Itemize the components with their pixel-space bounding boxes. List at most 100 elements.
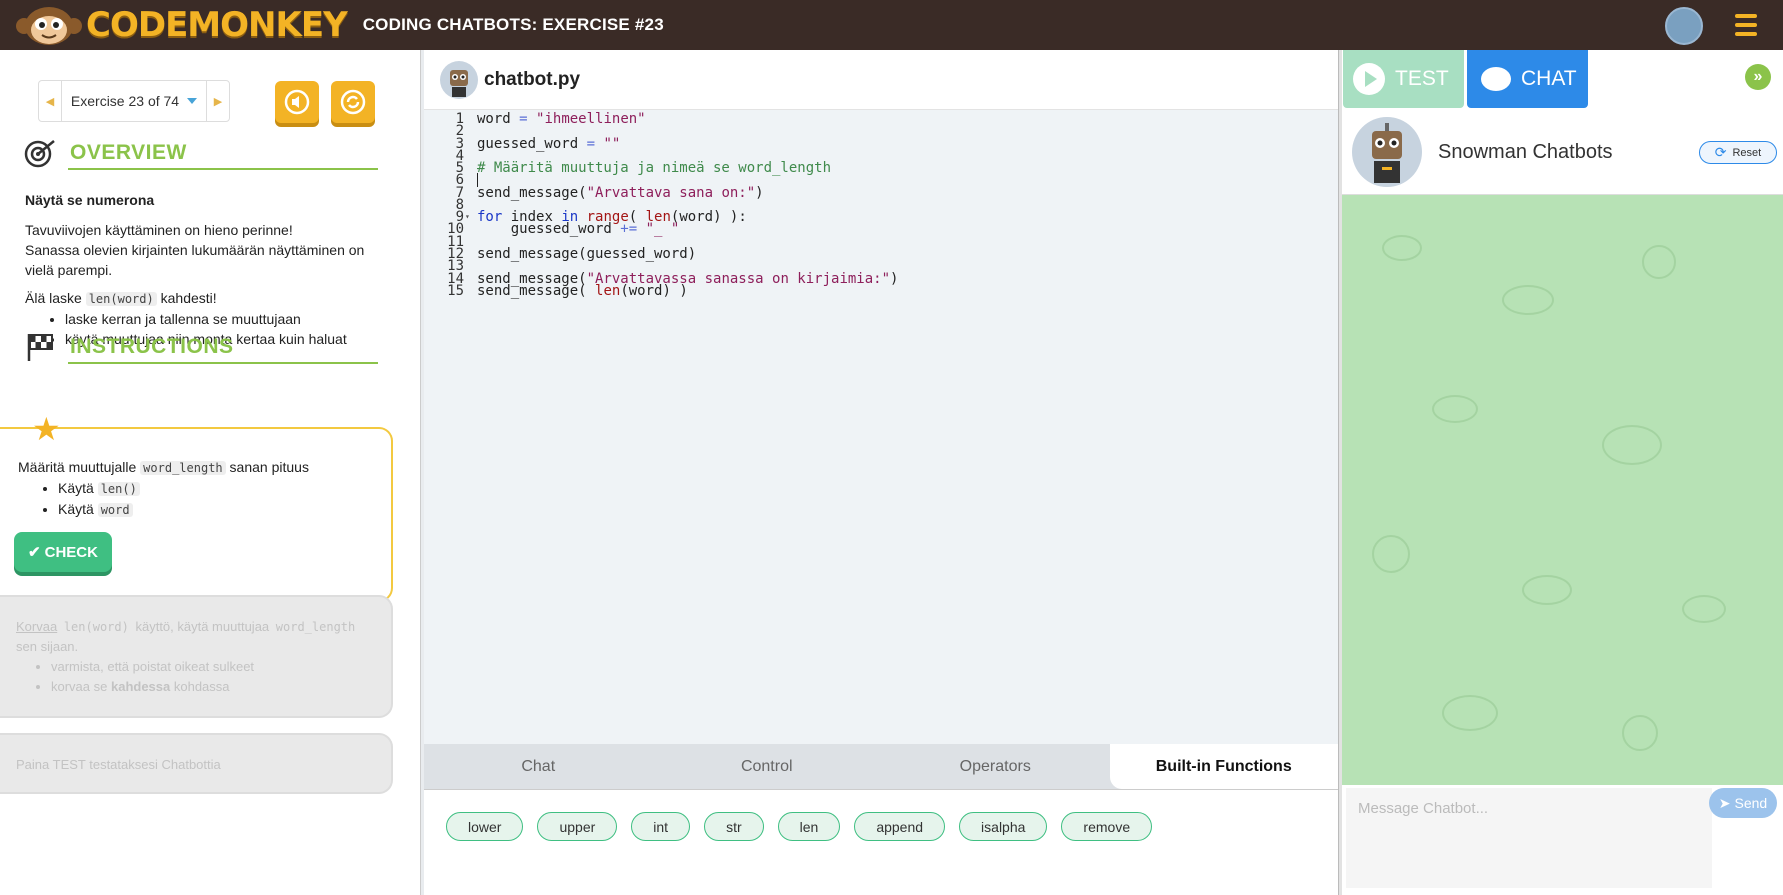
current-task-card: ★ Määritä muuttujalle word_length sanan … (0, 413, 393, 602)
chip-str[interactable]: str (704, 812, 764, 841)
chip-upper[interactable]: upper (537, 812, 618, 841)
chip-append[interactable]: append (854, 812, 946, 841)
star-icon: ★ (32, 411, 61, 447)
overview-line-2: Sanassa olevien kirjainten lukumäärän nä… (25, 242, 365, 278)
chatbot-name: Snowman Chatbots (1438, 140, 1613, 163)
fold-icon[interactable]: ▾ (465, 210, 470, 224)
exercise-selector[interactable]: Exercise 23 of 74 (61, 81, 207, 121)
code-text: send_message( len(word) ) (477, 283, 688, 299)
message-input[interactable]: Message Chatbot... (1346, 788, 1712, 888)
chip-int[interactable]: int (631, 812, 691, 841)
instructions-header: INSTRUCTIONS (24, 332, 378, 364)
overview-text: Näytä se numerona Tavuviivojen käyttämin… (25, 190, 385, 349)
next-task-line: Korvaa len(word) käyttö, käytä muuttujaa… (16, 617, 375, 657)
background-doodle (1642, 245, 1676, 279)
next-task-code2: word_length (275, 620, 356, 634)
logo-text: CODEMONKEY (86, 5, 348, 45)
background-doodle (1502, 285, 1554, 315)
next-task-mid: käyttö, käytä muuttujaa (131, 619, 273, 634)
code-editor-panel: chatbot.py 1 word = "ihmeellinen" 2 3 gues… (424, 50, 1338, 895)
prev-exercise-icon[interactable]: ◀ (39, 95, 61, 108)
block-category-tabs: Chat Control Operators Built-in Function… (424, 744, 1338, 790)
task-b2-pre: Käytä (58, 501, 98, 517)
tab-operators[interactable]: Operators (881, 744, 1110, 789)
checkered-flag-icon (27, 334, 53, 361)
background-doodle (1682, 595, 1726, 623)
overview-paragraph: Tavuviivojen käyttäminen on hieno perinn… (25, 220, 385, 280)
list-item: laske kerran ja tallenna se muuttujaan (65, 309, 385, 329)
next-exercise-icon[interactable]: ▶ (207, 95, 229, 108)
tab-built-in-functions[interactable]: Built-in Functions (1109, 744, 1338, 789)
tab-control[interactable]: Control (653, 744, 882, 789)
test-hint-card: Paina TEST testataksesi Chatbottia (0, 733, 393, 794)
chip-lower[interactable]: lower (446, 812, 524, 841)
send-button[interactable]: ➤ Send (1709, 788, 1777, 818)
hint-post: kahdesti! (156, 290, 217, 306)
codemonkey-logo[interactable]: CODEMONKEY (14, 4, 348, 46)
robot-avatar-icon (440, 60, 478, 99)
list-item: Käytä word (58, 499, 309, 520)
tab-chat[interactable]: Chat (424, 744, 653, 789)
background-doodle (1382, 235, 1422, 261)
code-text: guessed_word = "" (477, 136, 621, 152)
speaker-icon (284, 89, 310, 115)
reset-button[interactable]: ⟳ Reset (1699, 141, 1777, 164)
code-area[interactable]: 1 word = "ihmeellinen" 2 3 guessed_word = … (424, 110, 1338, 744)
chatbot-header: Snowman Chatbots ⟳ Reset (1342, 110, 1783, 195)
monkey-logo-icon (16, 7, 82, 45)
background-doodle (1432, 395, 1478, 423)
send-label: Send (1734, 795, 1768, 811)
message-placeholder: Message Chatbot... (1358, 800, 1489, 817)
task-line: Määritä muuttujalle word_length sanan pi… (18, 457, 309, 478)
chip-remove[interactable]: remove (1061, 812, 1153, 841)
chat-messages-area[interactable] (1342, 195, 1783, 785)
hint-pre: Älä laske (25, 290, 86, 306)
instructions-heading: INSTRUCTIONS (70, 335, 234, 358)
test-button[interactable]: TEST (1343, 50, 1464, 108)
menu-icon[interactable] (1735, 14, 1757, 36)
background-doodle (1622, 715, 1658, 751)
sound-button[interactable] (275, 81, 319, 123)
chip-isalpha[interactable]: isalpha (959, 812, 1048, 841)
task-post: sanan pituus (225, 459, 309, 475)
list-item: varmista, että poistat oikeat sulkeet (51, 657, 375, 677)
test-label: TEST (1395, 67, 1449, 90)
instructions-underline (68, 362, 378, 364)
list-item: korvaa se kahdessa kohdassa (51, 677, 375, 697)
background-doodle (1522, 575, 1572, 605)
hint-code: len(word) (85, 292, 157, 306)
collapse-panel-icon[interactable]: » (1745, 64, 1771, 90)
background-doodle (1442, 695, 1498, 731)
filename: chatbot.py (484, 68, 581, 90)
caret-down-icon (187, 98, 198, 104)
chip-len[interactable]: len (777, 812, 841, 841)
restart-button[interactable] (331, 81, 375, 123)
target-icon (24, 140, 55, 168)
next-b2-bold: kahdessa (110, 679, 171, 694)
task-b2-code: word (97, 503, 133, 517)
overview-heading: OVERVIEW (70, 141, 187, 164)
code-text: guessed_word += "_ " (477, 221, 680, 237)
code-text: # Määritä muuttuja ja nimeä se word_leng… (477, 160, 832, 176)
checkmark-icon: ✔ (28, 544, 41, 561)
next-task-card: Korvaa len(word) käyttö, käytä muuttujaa… (0, 595, 393, 718)
exercise-navigator: ◀ Exercise 23 of 74 ▶ (38, 80, 230, 122)
check-button[interactable]: ✔ CHECK (14, 532, 112, 572)
code-text: word = "ihmeellinen" (477, 111, 646, 127)
chat-label: CHAT (1521, 67, 1577, 90)
task-bullets: Käytä len() Käytä word (58, 478, 309, 520)
background-doodle (1602, 425, 1662, 465)
function-chips: lower upper int str len append isalpha r… (446, 812, 1166, 841)
next-task-link[interactable]: Korvaa (16, 619, 57, 634)
instructions-panel: ◀ Exercise 23 of 74 ▶ OVERVIEW Näytä se … (0, 50, 420, 895)
next-b2-post: kohdassa (170, 679, 230, 694)
file-header: chatbot.py (424, 50, 1338, 110)
chat-button[interactable]: CHAT (1467, 50, 1588, 108)
test-hint-text: Paina TEST testataksesi Chatbottia (16, 757, 221, 772)
user-avatar[interactable] (1665, 7, 1703, 45)
overview-hint: Älä laske len(word) kahdesti! (25, 288, 385, 309)
task-pre: Määritä muuttujalle (18, 459, 141, 475)
next-task-post: sen sijaan. (16, 639, 79, 654)
exercise-selector-label: Exercise 23 of 74 (70, 93, 180, 109)
task-b1-pre: Käytä (58, 480, 98, 496)
